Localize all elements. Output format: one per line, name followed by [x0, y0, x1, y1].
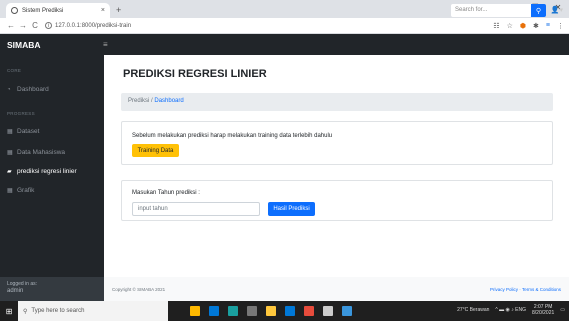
extension-icon[interactable]: ⬢	[520, 22, 526, 30]
predict-button[interactable]: Hasil Prediksi	[268, 202, 315, 216]
sidebar-footer: Logged in as: admin	[0, 277, 104, 301]
taskbar-app-icon[interactable]	[323, 306, 333, 316]
extensions-puzzle-icon[interactable]: ✱	[533, 22, 539, 30]
taskbar: ⊞ ⚲ Type here to search 27°C Berawan ^ ▬…	[0, 301, 569, 321]
training-notice: Sebelum melakukan prediksi harap melakuk…	[132, 133, 333, 139]
sidebar-heading-core: CORE	[7, 68, 22, 73]
search-icon: ⚲	[535, 7, 542, 15]
address-bar-row: ← → C i 127.0.0.1:8000/prediksi-train ☷ …	[0, 18, 569, 34]
taskbar-app-icon[interactable]	[266, 306, 276, 316]
taskbar-app-icon[interactable]	[285, 306, 295, 316]
year-label: Masukan Tahun prediksi :	[132, 190, 200, 196]
browser-tab[interactable]: Sistem Prediksi ×	[6, 3, 110, 18]
browser-extensions: ☷ ☆ ⬢ ✱ ≡ ⋮	[493, 22, 564, 30]
logged-in-label: Logged in as:	[7, 281, 38, 287]
profile-icon[interactable]: ≡	[546, 22, 550, 29]
tray-icons[interactable]: ^ ▬ ◉ ♪ ENG	[495, 307, 526, 313]
weather-text[interactable]: 27°C Berawan	[457, 307, 489, 313]
clock-date: 8/20/2021	[532, 310, 555, 316]
sidebar-item-dataset[interactable]: ▦ Dataset	[7, 128, 39, 135]
prediction-card: Masukan Tahun prediksi : input tahun Has…	[121, 180, 553, 221]
search-icon: ⚲	[23, 308, 28, 315]
taskbar-app-icon[interactable]	[190, 306, 200, 316]
sidebar-item-label: Grafik	[17, 187, 35, 194]
user-menu-icon[interactable]: 👤▾	[551, 6, 563, 14]
taskbar-search-placeholder: Type here to search	[31, 308, 85, 314]
breadcrumb-parent[interactable]: Prediksi /	[128, 98, 153, 104]
breadcrumb: Prediksi / Dashboard	[121, 93, 553, 111]
copyright-text: Copyright © SIMABA 2021	[112, 286, 166, 292]
sidebar-item-label: Data Mahasiswa	[17, 149, 66, 156]
sidebar-item-label: Dataset	[17, 128, 40, 135]
tab-title: Sistem Prediksi	[22, 7, 64, 14]
page-footer: Copyright © SIMABA 2021 Privacy Policy ·…	[104, 277, 569, 301]
site-info-icon[interactable]: i	[45, 22, 52, 29]
sidebar: CORE ◔ Dashboard PROGRESS ▦ Dataset ▦ Da…	[0, 55, 104, 301]
tab-close-icon[interactable]: ×	[101, 7, 105, 14]
back-icon[interactable]: ←	[5, 21, 17, 30]
table-icon: ▦	[7, 188, 13, 194]
pinned-apps	[190, 306, 352, 316]
dashboard-icon: ◔	[7, 86, 11, 93]
url-text: 127.0.0.1:8000/prediksi-train	[55, 22, 132, 29]
sidebar-item-data-mahasiswa[interactable]: ▦ Data Mahasiswa	[7, 149, 65, 156]
table-icon: ▦	[7, 150, 13, 156]
training-card: Sebelum melakukan prediksi harap melakuk…	[121, 121, 553, 165]
logged-in-user: admin	[7, 288, 24, 294]
system-tray: 27°C Berawan ^ ▬ ◉ ♪ ENG 2:07 PM 8/20/20…	[457, 304, 565, 316]
sidebar-item-dashboard[interactable]: ◔ Dashboard	[7, 86, 49, 93]
sidebar-item-prediksi[interactable]: ▰ prediksi regresi linier	[7, 168, 77, 175]
url-field[interactable]: i 127.0.0.1:8000/prediksi-train	[45, 20, 493, 32]
taskbar-app-icon[interactable]	[228, 306, 238, 316]
footer-links[interactable]: Privacy Policy · Terms & Conditions	[490, 287, 561, 292]
table-icon: ▦	[7, 129, 13, 135]
breadcrumb-current[interactable]: Dashboard	[154, 98, 183, 104]
taskbar-app-icon[interactable]	[342, 306, 352, 316]
sidebar-item-grafik[interactable]: ▦ Grafik	[7, 187, 34, 194]
top-navbar: SIMABA ≡	[0, 34, 569, 55]
clock[interactable]: 2:07 PM 8/20/2021	[532, 304, 554, 316]
main-content: PREDIKSI REGRESI LINIER Prediksi / Dashb…	[104, 55, 569, 301]
windows-start-icon[interactable]: ⊞	[0, 301, 18, 321]
new-tab-button[interactable]: +	[116, 5, 121, 15]
notification-icon[interactable]: ▭	[560, 307, 565, 313]
sidebar-item-label: prediksi regresi linier	[17, 168, 77, 175]
brand-logo[interactable]: SIMABA	[0, 40, 103, 50]
bookmark-star-icon[interactable]: ☆	[507, 22, 513, 30]
training-data-button[interactable]: Training Data	[132, 144, 179, 157]
browser-menu-icon[interactable]: ⋮	[557, 22, 564, 30]
translate-icon[interactable]: ☷	[493, 22, 499, 30]
taskbar-app-icon[interactable]	[304, 306, 314, 316]
page-title: PREDIKSI REGRESI LINIER	[123, 68, 267, 80]
forward-icon[interactable]: →	[17, 21, 29, 30]
favicon-icon	[11, 7, 18, 14]
chart-icon: ▰	[7, 169, 12, 175]
taskbar-app-icon[interactable]	[247, 306, 257, 316]
taskbar-search-input[interactable]: ⚲ Type here to search	[18, 301, 168, 321]
reload-icon[interactable]: C	[29, 21, 41, 30]
sidebar-item-label: Dashboard	[17, 86, 49, 93]
taskbar-app-icon[interactable]	[209, 306, 219, 316]
sidebar-toggle-icon[interactable]: ≡	[103, 40, 108, 49]
search-button[interactable]: ⚲	[531, 4, 546, 17]
year-input[interactable]: input tahun	[132, 202, 260, 216]
sidebar-heading-progress: PROGRESS	[7, 111, 35, 116]
search-input[interactable]: Search for...	[451, 4, 531, 17]
